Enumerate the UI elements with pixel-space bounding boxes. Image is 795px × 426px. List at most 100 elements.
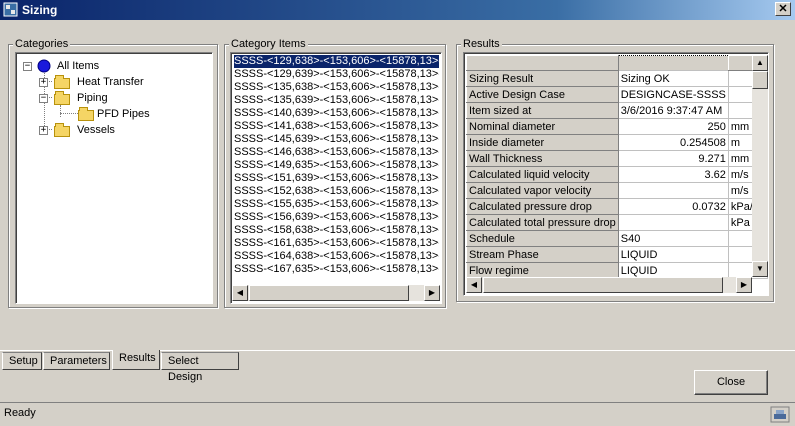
list-item[interactable]: SSSS-<161,635>-<153,606>-<15878,13>-20 [234,237,439,250]
result-value-cell[interactable]: S40 [617,230,729,247]
categories-tree[interactable]: − All Items + Heat Transfer − Piping PFD… [15,52,213,304]
list-item[interactable]: SSSS-<164,638>-<153,606>-<15878,13>-21 [234,250,439,263]
folder-open-icon [78,107,94,121]
result-value-cell[interactable] [617,182,729,199]
list-item[interactable]: SSSS-<146,638>-<153,606>-<15878,13>-21 [234,146,439,159]
status-icon [770,406,790,423]
tab-setup[interactable]: Setup [2,352,42,370]
scroll-down-button[interactable]: ▼ [752,261,768,277]
result-name-cell: Stream Phase [466,246,619,263]
result-value-cell[interactable]: Sizing OK [617,70,729,87]
category-items-hscrollbar[interactable]: ◀ ▶ [232,285,440,301]
collapse-icon[interactable]: − [23,62,32,71]
folder-icon [54,75,70,89]
list-item[interactable]: SSSS-<135,639>-<153,606>-<15878,13>-21 [234,94,439,107]
table-row[interactable]: Inside diameter 0.254508 m [466,134,768,151]
title-bar[interactable]: Sizing ✕ [0,0,795,20]
tree-label: Piping [77,92,108,104]
tab-results[interactable]: Results [112,350,160,370]
categories-label: Categories [13,37,71,51]
result-value-cell[interactable]: 250 [617,118,729,135]
scroll-left-button[interactable]: ◀ [232,285,248,301]
tree-label: All Items [57,60,100,72]
list-item[interactable]: SSSS-<151,639>-<153,606>-<15878,13>-22 [234,172,439,185]
window-title: Sizing [22,3,58,17]
close-icon: ✕ [778,3,788,15]
category-items-container: SSSS-<129,638>-<153,606>-<15878,13>-21 SS… [231,55,439,285]
list-item[interactable]: SSSS-<155,635>-<153,606>-<15878,13>-20 [234,198,439,211]
status-bar: Ready [0,402,795,426]
results-vscrollbar[interactable]: ▲ ▼ [752,55,768,277]
tab-parameters[interactable]: Parameters [43,352,110,370]
folder-icon [54,123,70,137]
close-button[interactable]: Close [694,370,768,395]
result-name-cell: Active Design Case [466,86,619,103]
window-close-button[interactable]: ✕ [775,2,791,16]
list-item[interactable]: SSSS-<152,638>-<153,606>-<15878,13>-21 [234,185,439,198]
results-label: Results [461,37,502,51]
result-name-cell: Schedule [466,230,619,247]
globe-icon [37,59,51,73]
category-items-group: Category Items SSSS-<129,638>-<153,606>-… [224,37,446,308]
table-row[interactable]: Active Design Case DESIGNCASE-SSSS [466,86,768,103]
result-name-cell: Nominal diameter [466,118,619,135]
table-row[interactable]: Calculated total pressure drop kPa [466,214,768,231]
table-row[interactable]: Calculated pressure drop 0.0732 kPa/m [466,198,768,215]
list-item[interactable]: SSSS-<167,635>-<153,606>-<15878,13>-20 [234,263,439,276]
table-row[interactable]: Wall Thickness 9.271 mm [466,150,768,167]
result-name-cell: Calculated liquid velocity [466,166,619,183]
list-item[interactable]: SSSS-<135,638>-<153,606>-<15878,13>-21 [234,81,439,94]
grid-header-cell [466,55,619,71]
grid-header-cell-current[interactable] [617,55,729,71]
scroll-right-button[interactable]: ▶ [424,285,440,301]
table-row[interactable]: Nominal diameter 250 mm [466,118,768,135]
list-item[interactable]: SSSS-<158,638>-<153,606>-<15878,13>-21 [234,224,439,237]
list-item[interactable]: SSSS-<140,639>-<153,606>-<15878,13>-21 [234,107,439,120]
result-name-cell: Sizing Result [466,70,619,87]
expand-icon[interactable]: + [39,78,48,87]
result-name-cell: Calculated total pressure drop [466,214,619,231]
result-name-cell: Inside diameter [466,134,619,151]
table-row[interactable]: Calculated vapor velocity m/s [466,182,768,199]
expand-icon[interactable]: + [39,126,48,135]
result-value-cell[interactable]: 3.62 [617,166,729,183]
list-item[interactable]: SSSS-<145,639>-<153,606>-<15878,13>-22 [234,133,439,146]
result-value-cell[interactable]: DESIGNCASE-SSSS [617,86,729,103]
grid-header-row [466,55,768,71]
list-item[interactable]: SSSS-<141,638>-<153,606>-<15878,13>-21 [234,120,439,133]
results-grid[interactable]: Sizing Result Sizing OK Active Design Case… [466,55,768,279]
scroll-thumb[interactable] [483,277,723,293]
table-row[interactable]: Item sized at 3/6/2016 9:37:47 AM [466,102,768,119]
table-row[interactable]: Stream Phase LIQUID [466,246,768,263]
result-name-cell: Calculated pressure drop [466,198,619,215]
tab-select-design[interactable]: Select Design [161,352,239,383]
list-item[interactable]: SSSS-<149,635>-<153,606>-<15878,13>-20 [234,159,439,172]
scroll-thumb[interactable] [249,285,409,301]
result-value-cell[interactable]: 9.271 [617,150,729,167]
status-text: Ready [4,407,36,419]
scroll-thumb[interactable] [752,71,768,89]
results-hscrollbar[interactable]: ◀ ▶ [466,277,752,293]
results-grid-frame[interactable]: Sizing Result Sizing OK Active Design Case… [463,52,769,296]
scroll-left-button[interactable]: ◀ [466,277,482,293]
result-value-cell[interactable]: 3/6/2016 9:37:47 AM [617,102,729,119]
table-row[interactable]: Schedule S40 [466,230,768,247]
scroll-right-button[interactable]: ▶ [736,277,752,293]
scroll-up-button[interactable]: ▲ [752,55,768,71]
table-row[interactable]: Sizing Result Sizing OK [466,70,768,87]
tree-label: Vessels [77,124,115,136]
result-value-cell[interactable] [617,214,729,231]
category-items-label: Category Items [229,37,308,51]
list-item[interactable]: SSSS-<129,639>-<153,606>-<15878,13>-21 [234,68,439,81]
list-item[interactable]: SSSS-<129,638>-<153,606>-<15878,13>-21 [232,55,439,69]
result-value-cell[interactable]: LIQUID [617,246,729,263]
category-items-list[interactable]: SSSS-<129,638>-<153,606>-<15878,13>-21 SS… [230,52,442,304]
result-value-cell[interactable]: 0.254508 [617,134,729,151]
tree-label: PFD Pipes [97,108,150,120]
categories-group: Categories − All Items + Heat Transfer −… [8,37,218,308]
result-value-cell[interactable]: 0.0732 [617,198,729,215]
collapse-icon[interactable]: − [39,94,48,103]
tree-label: Heat Transfer [77,76,144,88]
table-row[interactable]: Calculated liquid velocity 3.62 m/s [466,166,768,183]
list-item[interactable]: SSSS-<156,639>-<153,606>-<15878,13>-22 [234,211,439,224]
